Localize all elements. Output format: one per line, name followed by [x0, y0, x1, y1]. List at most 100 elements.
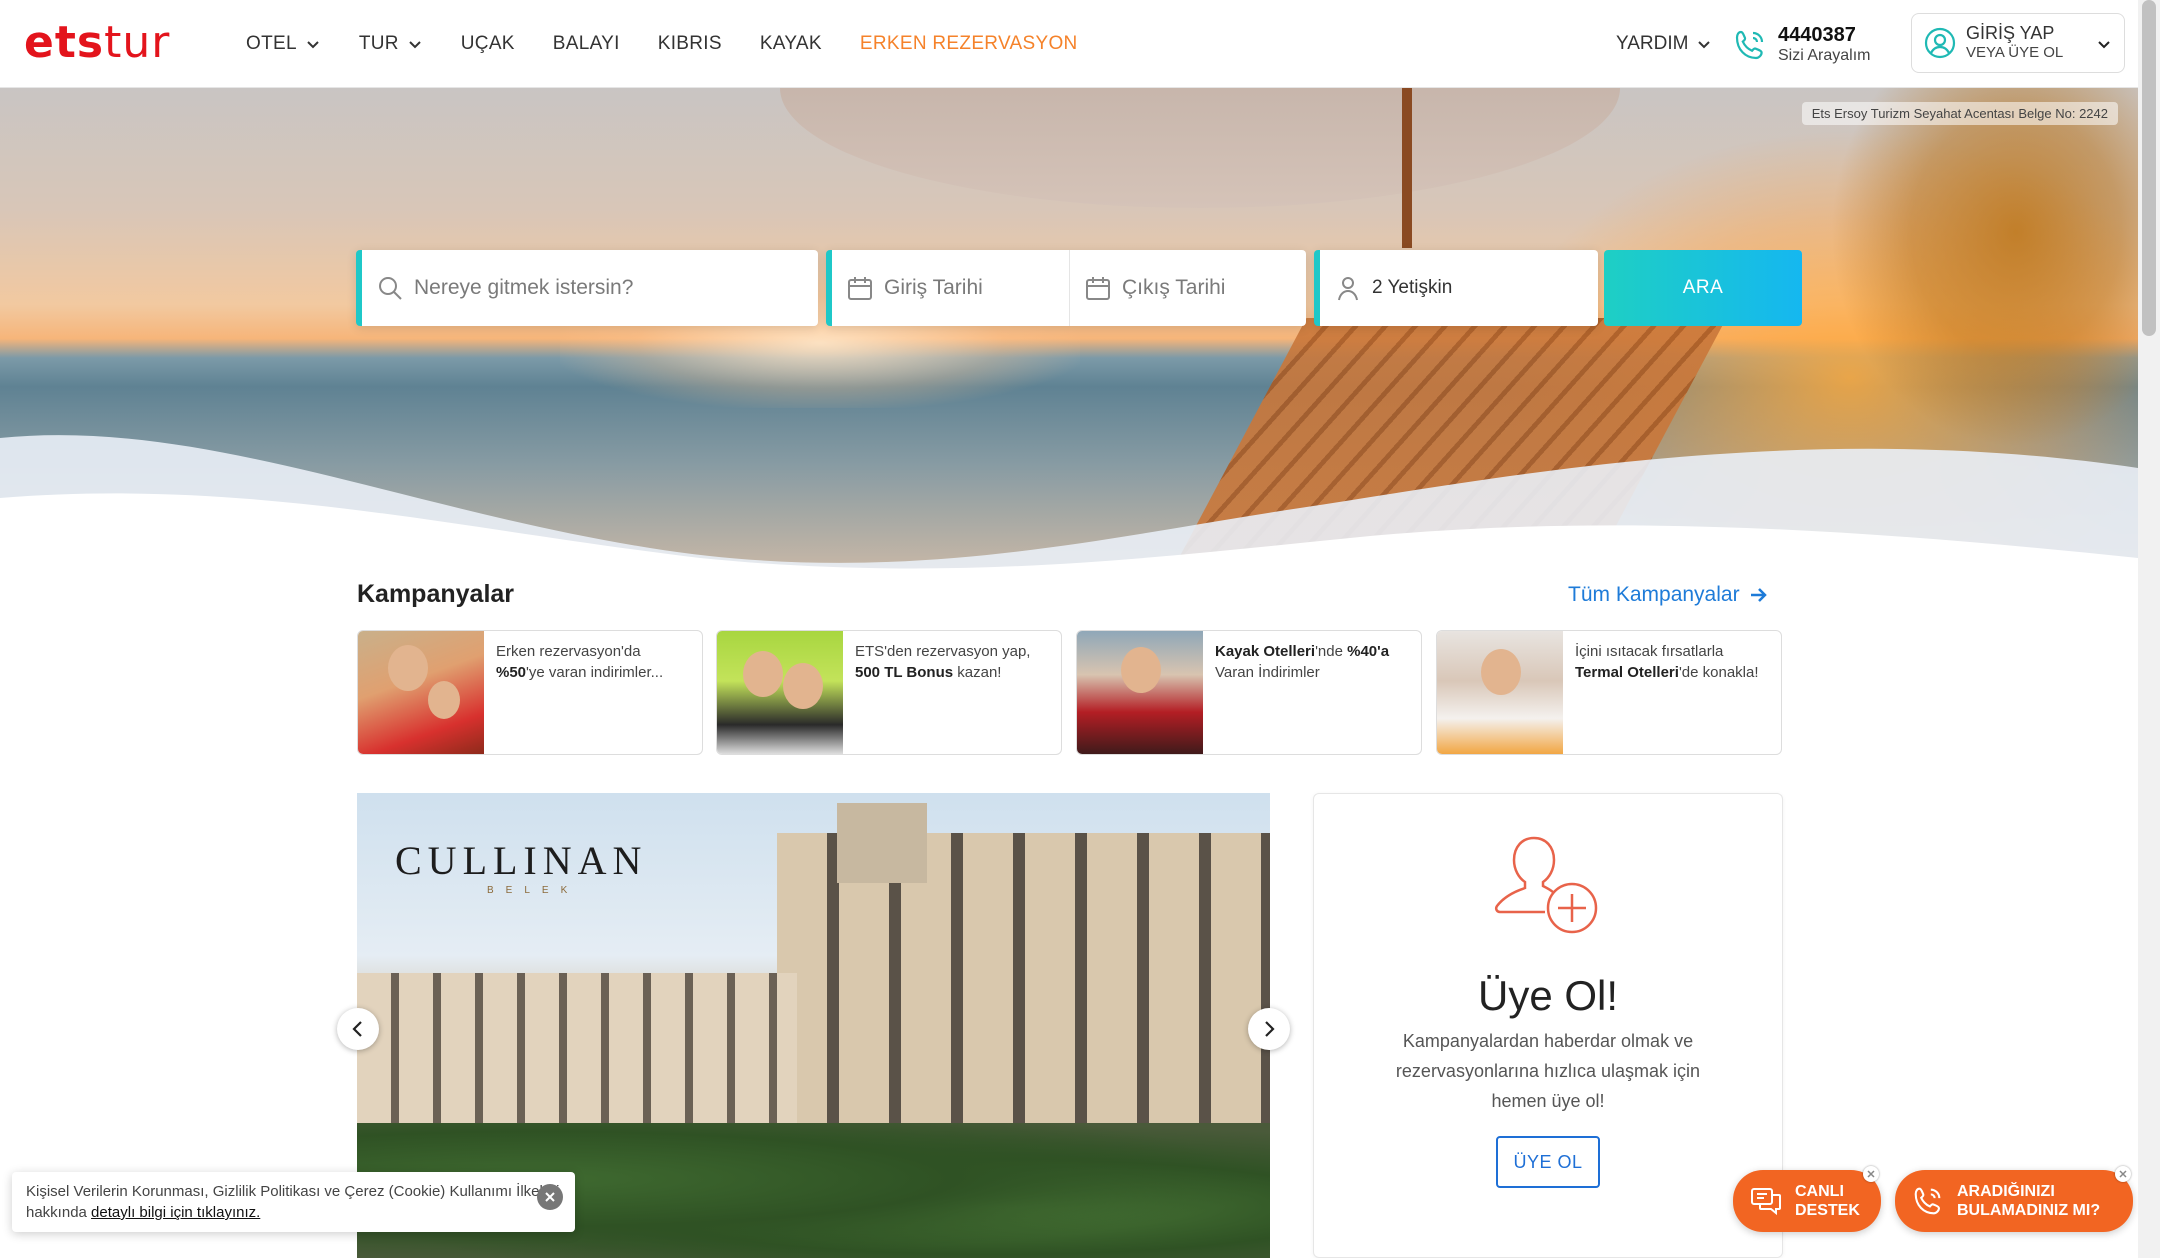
campaign-text-bold: Termal Otelleri [1575, 664, 1679, 681]
campaign-card-early-booking[interactable]: Erken rezervasyon'da %50'ye varan indiri… [357, 630, 703, 755]
callback-request-button[interactable]: ARADIĞINIZI BULAMADINIZ MI? [1895, 1166, 2133, 1232]
nav-erken-rezervasyon[interactable]: ERKEN REZERVASYON [860, 33, 1078, 55]
campaign-text-part: ETS'den rezervasyon yap, [855, 643, 1031, 660]
campaign-text-part: 'ye varan indirimler... [526, 664, 664, 681]
campaign-text-part: 'nde [1315, 643, 1348, 660]
nav-tur[interactable]: TUR [359, 33, 423, 55]
login-button[interactable]: GİRİŞ YAP VEYA ÜYE OL [1911, 13, 2125, 73]
person-figure [1121, 647, 1161, 693]
chat-icon [1751, 1188, 1781, 1216]
nav-balayi-label: BALAYI [552, 33, 620, 54]
person-figure [428, 681, 460, 719]
callback-phone[interactable]: 4440387 Sizi Arayalım [1732, 20, 1870, 70]
person-figure [388, 645, 428, 691]
campaign-text: Kayak Otelleri'nde %40'a Varan İndirimle… [1215, 641, 1409, 683]
hero-banner: Ets Ersoy Turizm Seyahat Acentası Belge … [0, 88, 2138, 570]
chevron-down-icon [307, 41, 319, 49]
slider-next-button[interactable] [1248, 1008, 1290, 1050]
destination-field[interactable]: Nereye gitmek istersin? [356, 250, 818, 326]
person-figure [743, 651, 783, 697]
guests-field[interactable]: 2 Yetişkin [1314, 250, 1598, 326]
guests-value: 2 Yetişkin [1372, 277, 1453, 298]
logo-ets: ets [24, 17, 105, 68]
chevron-down-icon [409, 41, 421, 49]
nav-otel[interactable]: OTEL [246, 33, 321, 55]
live-support-line2: DESTEK [1795, 1202, 1860, 1219]
campaign-text-part: İçini ısıtacak fırsatlarla [1575, 643, 1724, 660]
campaign-text-part: kazan! [953, 664, 1002, 681]
license-badge: Ets Ersoy Turizm Seyahat Acentası Belge … [1801, 102, 2118, 125]
nav-kayak[interactable]: KAYAK [760, 33, 822, 55]
campaign-text-bold: 500 TL Bonus [855, 664, 954, 681]
live-support-close-button[interactable] [1863, 1166, 1879, 1182]
hero-wave [0, 435, 2138, 570]
nav-erken-rezervasyon-label: ERKEN REZERVASYON [859, 33, 1078, 54]
campaign-text: Erken rezervasyon'da %50'ye varan indiri… [496, 641, 690, 683]
help-label: YARDIM [1616, 33, 1689, 54]
campaign-image [1077, 631, 1203, 754]
etstur-logo[interactable]: etstur [24, 20, 170, 66]
phone-number: 4440387 [1778, 24, 1856, 46]
campaign-text: ETS'den rezervasyon yap, 500 TL Bonus ka… [855, 641, 1049, 683]
person-icon [1338, 277, 1358, 301]
live-support-button[interactable]: CANLI DESTEK [1733, 1166, 1881, 1232]
cookie-notice: Kişisel Verilerin Korunması, Gizlilik Po… [12, 1172, 575, 1232]
callback-line2: BULAMADINIZ MI? [1957, 1202, 2101, 1219]
slider-prev-button[interactable] [337, 1008, 379, 1050]
person-figure [783, 663, 823, 709]
logo-tur: tur [104, 17, 171, 68]
login-label: GİRİŞ YAP [1966, 23, 2055, 43]
close-icon [545, 1192, 555, 1202]
add-user-icon [1494, 836, 1598, 934]
campaign-text-bold: Kayak Otelleri [1215, 643, 1316, 660]
close-icon [1867, 1170, 1875, 1178]
checkout-placeholder: Çıkış Tarihi [1122, 276, 1226, 299]
callback-close-button[interactable] [2115, 1166, 2131, 1182]
signup-label: VEYA ÜYE OL [1966, 44, 2064, 61]
site-header: etstur OTEL TUR UÇAK BALAYI KIBRIS KAYAK… [0, 0, 2138, 88]
nav-ucak[interactable]: UÇAK [461, 33, 515, 55]
phone-icon [1735, 30, 1764, 60]
date-range-field: Giriş Tarihi Çıkış Tarihi [826, 250, 1306, 326]
campaigns-title: Kampanyalar [357, 580, 515, 608]
chevron-down-icon [2098, 41, 2110, 49]
signup-card: Üye Ol! Kampanyalardan haberdar olmak ve… [1313, 793, 1783, 1258]
campaign-image [358, 631, 484, 754]
nav-ucak-label: UÇAK [460, 33, 515, 54]
checkout-field[interactable]: Çıkış Tarihi [1069, 250, 1306, 326]
help-menu[interactable]: YARDIM [1616, 0, 1712, 88]
page-scrollbar[interactable] [2138, 0, 2160, 1258]
campaign-image [1437, 631, 1563, 754]
main-nav: OTEL TUR UÇAK BALAYI KIBRIS KAYAK ERKEN … [246, 0, 1116, 88]
destination-placeholder: Nereye gitmek istersin? [414, 276, 634, 299]
campaign-text-bold: %40'a [1347, 643, 1390, 660]
signup-description: Kampanyalardan haberdar olmak ve rezerva… [1395, 1031, 1701, 1111]
chevron-down-icon [1698, 41, 1711, 49]
checkin-field[interactable]: Giriş Tarihi [832, 250, 1069, 326]
hotel-tower [837, 803, 927, 883]
slide-brand-sub: BELEK [487, 885, 580, 896]
campaign-card-bonus[interactable]: ETS'den rezervasyon yap, 500 TL Bonus ka… [716, 630, 1062, 755]
nav-otel-label: OTEL [246, 33, 297, 54]
search-icon [379, 277, 402, 300]
all-campaigns-link[interactable]: Tüm Kampanyalar [1568, 583, 1768, 607]
campaign-card-ski[interactable]: Kayak Otelleri'nde %40'a Varan İndirimle… [1076, 630, 1422, 755]
calendar-icon [848, 277, 872, 300]
cookie-close-button[interactable] [537, 1184, 563, 1210]
campaign-image [717, 631, 843, 754]
signup-button[interactable]: ÜYE OL [1496, 1136, 1600, 1188]
user-circle-icon [1924, 27, 1956, 59]
phone-icon [1914, 1187, 1941, 1215]
campaign-card-thermal[interactable]: İçini ısıtacak fırsatlarla Termal Otelle… [1436, 630, 1782, 755]
checkin-placeholder: Giriş Tarihi [884, 276, 983, 299]
campaign-text: İçini ısıtacak fırsatlarla Termal Otelle… [1575, 641, 1769, 683]
nav-balayi[interactable]: BALAYI [553, 33, 620, 55]
cookie-details-link[interactable]: detaylı bilgi için tıklayınız. [91, 1204, 260, 1221]
search-button[interactable]: ARA [1604, 250, 1802, 326]
nav-kibris[interactable]: KIBRIS [658, 33, 722, 55]
person-figure [1481, 649, 1521, 695]
campaign-text-part: Erken rezervasyon'da [496, 643, 641, 660]
close-icon [2119, 1170, 2127, 1178]
scrollbar-thumb[interactable] [2142, 0, 2156, 336]
nav-kibris-label: KIBRIS [657, 33, 722, 54]
